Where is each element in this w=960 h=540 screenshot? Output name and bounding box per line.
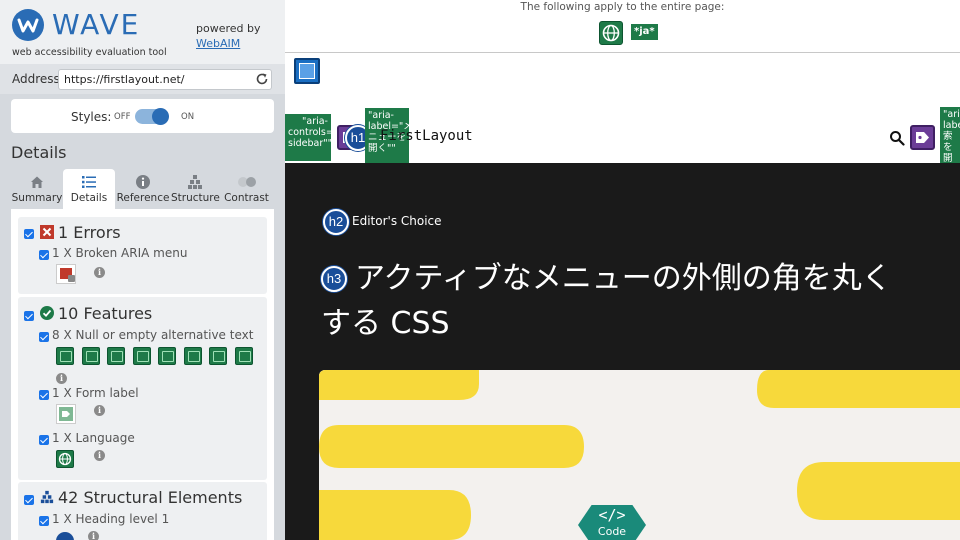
article-thumbnail[interactable]: </> Code (319, 370, 960, 540)
styles-label: Styles: (71, 110, 112, 124)
wave-header: WAVE web accessibility evaluation tool p… (0, 0, 285, 64)
address-input[interactable] (58, 69, 272, 90)
heading-level-1-info-icon[interactable]: i (88, 531, 99, 540)
language-info-icon[interactable]: i (94, 450, 105, 461)
site-logo[interactable]: FirstLayout (380, 128, 473, 144)
tab-reference-label: Reference (116, 192, 170, 204)
page-wide-notice: The following apply to the entire page: … (285, 0, 960, 53)
wave-sidebar: WAVE web accessibility evaluation tool p… (0, 0, 285, 540)
null-alt-icon[interactable] (56, 347, 74, 365)
null-alt-icon[interactable] (184, 347, 202, 365)
null-alt-icon[interactable] (158, 347, 176, 365)
code-badge: </> Code (578, 505, 646, 540)
broken-aria-menu-checkbox[interactable] (39, 250, 49, 260)
heading-level-1-label: 1 X Heading level 1 (52, 512, 170, 526)
tab-summary-label: Summary (11, 192, 63, 204)
site-header: "aria-controls="amp-sidebar"" h1 "aria-l… (285, 105, 960, 164)
details-heading: Details (11, 143, 67, 162)
details-panel: 1 Errors 1 X Broken ARIA menu i 10 Featu… (11, 209, 274, 540)
address-bar: Address: (0, 64, 285, 94)
info-icon (136, 175, 150, 189)
aria-controls-tag[interactable]: "aria-controls="amp-sidebar"" (285, 114, 331, 161)
null-alt-icon[interactable] (209, 347, 227, 365)
null-alt-label: 8 X Null or empty alternative text (52, 328, 254, 342)
reload-icon[interactable] (255, 72, 269, 86)
styles-on-label: ON (181, 112, 195, 122)
tab-summary[interactable]: Summary (11, 169, 63, 209)
powered-by-text: powered by (196, 22, 261, 35)
null-alt-checkbox[interactable] (39, 332, 49, 342)
structure-icon (188, 175, 202, 189)
hero-section: h2 Editor's Choice h3 アクティブなメニューの外側の角を丸く… (285, 163, 960, 540)
form-label-label: 1 X Form label (52, 386, 139, 400)
home-icon (31, 176, 43, 188)
broken-aria-menu-icon[interactable] (56, 264, 76, 284)
wave-tagline: web accessibility evaluation tool (12, 47, 167, 58)
evaluated-page: The following apply to the entire page: … (285, 0, 960, 540)
article-title-line-2: する CSS (321, 306, 450, 341)
structure-checkbox[interactable] (24, 495, 34, 505)
features-checkbox[interactable] (24, 311, 34, 321)
wave-logo-text: WAVE (52, 8, 141, 41)
features-title: 10 Features (58, 304, 153, 323)
null-alt-info-icon[interactable]: i (56, 373, 67, 384)
form-label-checkbox[interactable] (39, 390, 49, 400)
errors-checkbox[interactable] (24, 229, 34, 239)
language-globe-icon[interactable] (599, 21, 623, 45)
webaim-link[interactable]: WebAIM (196, 37, 240, 50)
article-title-line-1: アクティブなメニューの外側の角を丸く (355, 261, 892, 296)
tab-details[interactable]: Details (63, 169, 115, 209)
null-alt-icon[interactable] (235, 347, 253, 365)
errors-group: 1 Errors 1 X Broken ARIA menu i (18, 217, 267, 294)
thumbnail-illustration (319, 370, 960, 540)
features-group: 10 Features 8 X Null or empty alternativ… (18, 297, 267, 480)
styles-toggle-box: Styles: OFF ON (11, 99, 274, 133)
structure-group: 42 Structural Elements 1 X Heading level… (18, 482, 267, 540)
broken-aria-menu-info-icon[interactable]: i (94, 267, 105, 278)
panel-tabs: Summary Details Reference Structure Cont… (11, 169, 274, 209)
address-label: Address: (12, 72, 64, 86)
heading-level-1-checkbox[interactable] (39, 516, 49, 526)
tab-structure[interactable]: Structure (171, 169, 220, 209)
language-checkbox[interactable] (39, 435, 49, 445)
tab-contrast[interactable]: Contrast (219, 169, 274, 209)
null-alt-icon[interactable] (133, 347, 151, 365)
styles-toggle-knob[interactable] (152, 108, 169, 125)
form-label-icon[interactable] (56, 404, 76, 424)
structure-title: 42 Structural Elements (58, 488, 243, 507)
language-label: 1 X Language (52, 431, 135, 445)
h2-badge[interactable]: h2 (323, 209, 349, 235)
list-icon (82, 176, 96, 188)
form-label-info-icon[interactable]: i (94, 405, 105, 416)
h1-icon[interactable] (56, 532, 74, 540)
styles-off-label: OFF (114, 112, 131, 122)
tab-details-label: Details (70, 192, 108, 204)
tab-structure-label: Structure (171, 192, 220, 204)
code-label: Code (597, 525, 627, 538)
aria-label-search-icon[interactable] (910, 125, 935, 150)
structure-region-icon[interactable] (294, 58, 320, 84)
page-notice-text: The following apply to the entire page: (520, 1, 725, 13)
search-icon[interactable] (889, 130, 905, 146)
language-badge: *ja* (631, 24, 658, 40)
h3-badge[interactable]: h3 (321, 266, 347, 292)
tab-reference[interactable]: Reference (115, 169, 171, 209)
feature-check-icon (40, 306, 54, 320)
broken-aria-menu-label: 1 X Broken ARIA menu (52, 246, 188, 260)
structure-group-icon (40, 490, 54, 504)
null-alt-icon[interactable] (82, 347, 100, 365)
styles-toggle-switch[interactable] (135, 108, 169, 125)
error-icon (40, 225, 54, 239)
language-icon[interactable] (56, 450, 74, 468)
tab-contrast-label: Contrast (224, 192, 269, 204)
null-alt-icon[interactable] (107, 347, 125, 365)
errors-title: 1 Errors (58, 223, 121, 242)
aria-label-search-tag[interactable]: "aria-label="検索を開く"" (940, 107, 960, 163)
wave-logo-icon (12, 9, 44, 41)
editors-choice-label: Editor's Choice (352, 214, 442, 228)
contrast-icon (237, 177, 256, 187)
